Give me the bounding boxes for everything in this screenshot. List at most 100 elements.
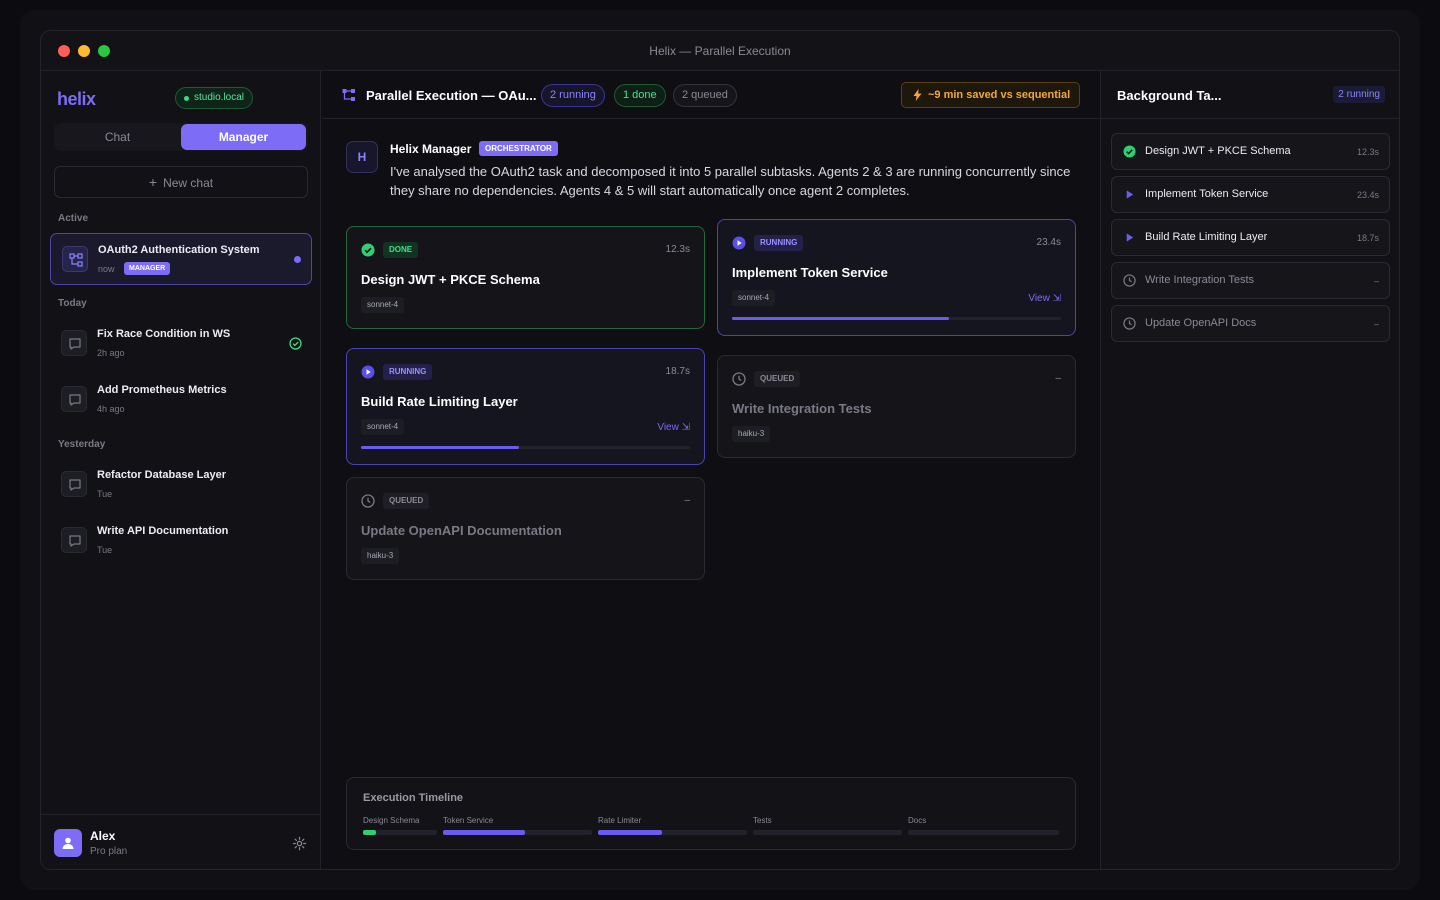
conversation-item[interactable]: Fix Race Condition in WS 2h ago (50, 318, 312, 370)
done-check-icon (361, 243, 375, 257)
settings-gear-icon[interactable] (292, 836, 307, 851)
done-check-icon (1123, 145, 1136, 158)
background-tasks-panel: Background Ta... 2 running Design JWT + … (1100, 71, 1399, 869)
chat-bubble-icon (61, 330, 87, 356)
background-task-item[interactable]: Design JWT + PKCE Schema 12.3s (1111, 133, 1390, 170)
view-task-link[interactable]: View ⇲ (1028, 293, 1061, 304)
timeline-track (443, 830, 592, 835)
user-icon (62, 837, 74, 849)
conversation-time: Tue (97, 489, 113, 499)
timeline-segment: Design Schema (363, 816, 437, 835)
subtask-card[interactable]: DONE 12.3s Design JWT + PKCE Schema sonn… (346, 226, 705, 329)
task-title: Update OpenAPI Documentation (361, 523, 562, 538)
conversation-item[interactable]: Add Prometheus Metrics 4h ago (50, 374, 312, 426)
task-time: 23.4s (1356, 190, 1379, 200)
status-badge: QUEUED (754, 371, 801, 387)
conversation-time: 2h ago (97, 348, 125, 358)
play-icon (361, 365, 375, 379)
clock-icon (1123, 274, 1136, 287)
task-title: Write Integration Tests (732, 401, 872, 416)
queued-count-pill[interactable]: 2 queued (673, 84, 737, 107)
user-avatar[interactable] (54, 829, 82, 857)
time-saved-badge: ~9 min saved vs sequential (901, 82, 1080, 108)
panel-title: Background Ta... (1117, 88, 1222, 103)
done-check-icon (289, 337, 302, 350)
new-chat-button[interactable]: + New chat (54, 166, 308, 198)
model-tag: haiku-3 (361, 548, 400, 564)
subtask-card[interactable]: QUEUED – Update OpenAPI Documentation ha… (346, 477, 705, 580)
message-body: I've analysed the OAuth2 task and decomp… (390, 164, 1071, 198)
live-indicator (294, 256, 301, 263)
background-task-item[interactable]: Update OpenAPI Docs – (1111, 305, 1390, 342)
main-header: Parallel Execution — OAu... 2 running 1 … (322, 71, 1100, 119)
progress-fill (361, 446, 519, 449)
timeline-label: Docs (908, 816, 927, 825)
user-plan: Pro plan (90, 846, 128, 857)
conversation-item-active[interactable]: OAuth2 Authentication System now MANAGER (50, 233, 312, 285)
conversation-time: 4h ago (97, 404, 125, 414)
timeline-segment: Token Service (443, 816, 592, 835)
manager-mode-tab[interactable]: Manager (181, 124, 306, 150)
view-task-link[interactable]: View ⇲ (657, 422, 690, 433)
sidebar: helix studio.local Chat Manager + New cha… (41, 71, 321, 869)
timeline-segment: Rate Limiter (598, 816, 747, 835)
timeline-track (598, 830, 747, 835)
app-window: Helix — Parallel Execution helix studio.… (40, 30, 1400, 870)
done-count-pill[interactable]: 1 done (614, 84, 666, 107)
task-title: Write Integration Tests (1145, 274, 1255, 286)
conversation-title: Refactor Database Layer (97, 469, 227, 481)
clock-icon (1123, 317, 1136, 330)
model-tag: haiku-3 (732, 426, 771, 442)
chat-mode-tab[interactable]: Chat (55, 124, 180, 150)
page-title: Parallel Execution — OAu... (366, 88, 537, 103)
timeline-label: Rate Limiter (598, 816, 642, 825)
background-task-item[interactable]: Implement Token Service 23.4s (1111, 176, 1390, 213)
task-duration: 12.3s (665, 244, 690, 255)
conversation-item[interactable]: Write API Documentation Tue (50, 515, 312, 567)
running-count-pill[interactable]: 2 running (541, 84, 605, 107)
background-task-item[interactable]: Write Integration Tests – (1111, 262, 1390, 299)
status-badge: RUNNING (383, 364, 433, 380)
background-task-item[interactable]: Build Rate Limiting Layer 18.7s (1111, 219, 1390, 256)
subtask-card[interactable]: QUEUED – Write Integration Tests haiku-3 (717, 355, 1076, 458)
progress-track (361, 446, 690, 449)
task-duration: – (1055, 373, 1061, 384)
section-label-today: Today (58, 298, 87, 309)
status-badge: RUNNING (754, 235, 804, 251)
subtask-card[interactable]: RUNNING 18.7s Build Rate Limiting Layer … (346, 348, 705, 465)
task-duration: 18.7s (665, 366, 690, 377)
timeline-title: Execution Timeline (363, 792, 464, 804)
mode-switcher: Chat Manager (54, 123, 308, 151)
lightning-icon (913, 89, 922, 101)
progress-fill (732, 317, 950, 320)
task-time: – (1373, 319, 1379, 329)
progress-track (732, 317, 1061, 320)
title-bar: Helix — Parallel Execution (41, 31, 1399, 71)
conversation-title: OAuth2 Authentication System (98, 244, 260, 256)
play-icon (1126, 233, 1134, 242)
task-time: 12.3s (1356, 147, 1379, 157)
message-sender: Helix Manager (390, 142, 472, 156)
timeline-fill (443, 830, 525, 835)
task-title: Design JWT + PKCE Schema (1145, 145, 1291, 157)
timeline-track (908, 830, 1059, 835)
time-saved-text: ~9 min saved vs sequential (928, 89, 1071, 101)
plus-icon: + (148, 174, 158, 190)
task-time: – (1373, 276, 1379, 286)
clock-icon (732, 372, 746, 386)
task-title: Update OpenAPI Docs (1145, 317, 1257, 329)
chat-bubble-icon (61, 527, 87, 553)
status-badge: DONE (383, 242, 419, 258)
play-icon (1126, 190, 1134, 199)
task-duration: – (684, 495, 690, 506)
play-icon (732, 236, 746, 250)
subtask-card[interactable]: RUNNING 23.4s Implement Token Service so… (717, 219, 1076, 336)
chat-bubble-icon (61, 386, 87, 412)
status-badge: QUEUED (383, 493, 430, 509)
model-tag: sonnet-4 (732, 290, 776, 306)
window-title: Helix — Parallel Execution (649, 44, 791, 58)
clock-icon (361, 494, 375, 508)
timeline-segment: Docs (908, 816, 1059, 835)
conversation-item[interactable]: Refactor Database Layer Tue (50, 459, 312, 511)
conversation-time: now (98, 264, 115, 274)
